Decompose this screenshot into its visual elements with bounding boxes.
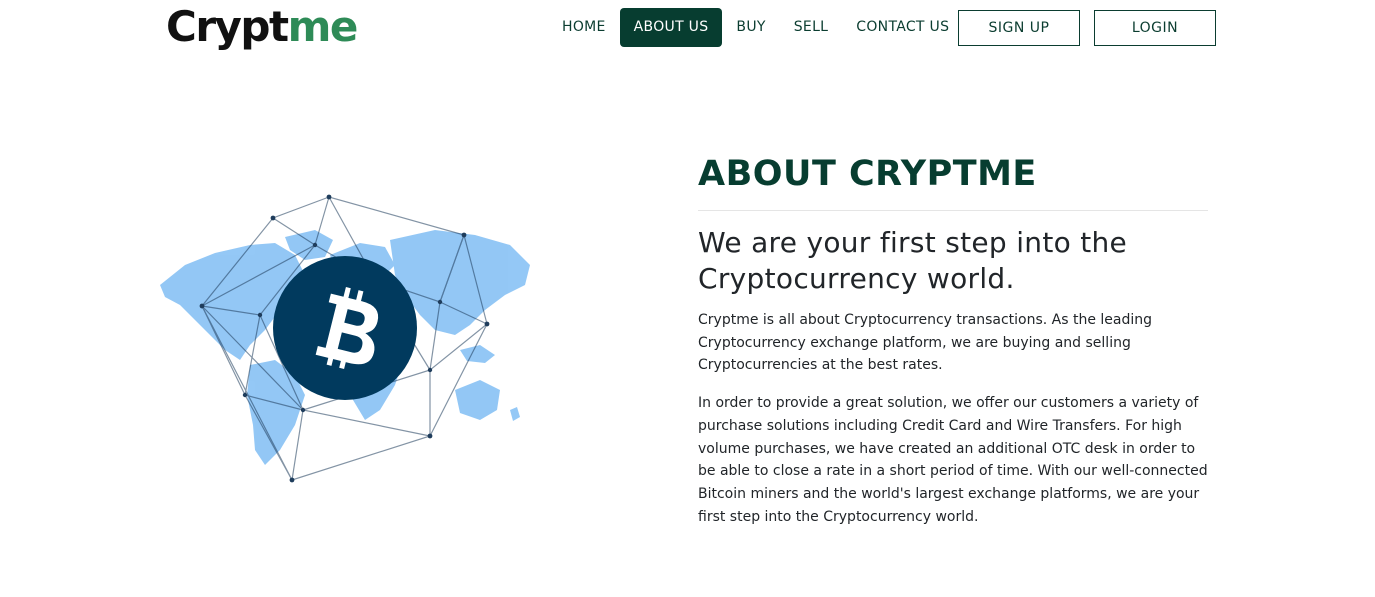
about-paragraph-1: Cryptme is all about Cryptocurrency tran…	[698, 312, 1153, 374]
logo-text-primary: Crypt	[166, 2, 289, 51]
signup-button[interactable]: SIGN UP	[958, 10, 1080, 46]
about-title: ABOUT CRYPTME	[698, 154, 1037, 194]
site-logo[interactable]: Crypt me	[166, 2, 359, 52]
nav-buy[interactable]: BUY	[722, 8, 779, 47]
about-paragraph-2: In order to provide a great solution, we…	[698, 395, 1208, 525]
login-button[interactable]: LOGIN	[1094, 10, 1216, 46]
nav-about-us[interactable]: ABOUT US	[619, 8, 723, 47]
bitcoin-world-network-icon	[155, 185, 545, 495]
nav-contact-us[interactable]: CONTACT US	[842, 8, 963, 47]
about-section: ABOUT CRYPTME We are your first step int…	[698, 150, 1213, 528]
nav-sell[interactable]: SELL	[780, 8, 843, 47]
logo-text-accent: me	[287, 2, 359, 51]
nav-home[interactable]: HOME	[548, 8, 620, 47]
about-tagline: We are your first step into the Cryptocu…	[698, 226, 1128, 295]
title-divider	[698, 210, 1208, 211]
main-nav: HOME ABOUT US BUY SELL CONTACT US	[548, 8, 963, 47]
